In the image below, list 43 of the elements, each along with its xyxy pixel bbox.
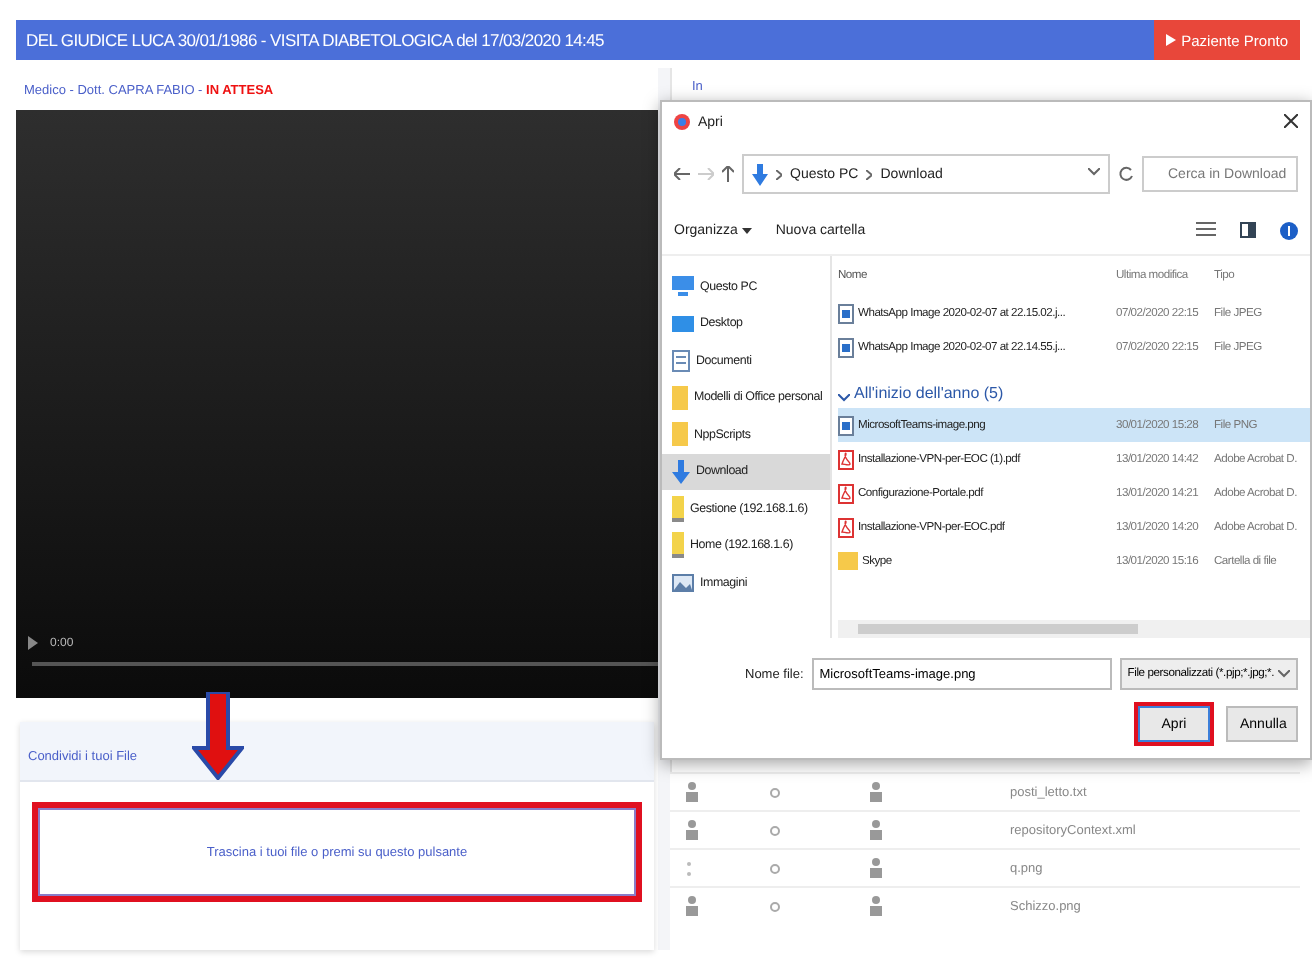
person-icon: [686, 896, 698, 916]
play-icon: [1165, 34, 1176, 46]
document-icon: [672, 349, 690, 372]
chevron-down-icon: [1088, 168, 1100, 176]
network-drive-icon: [672, 532, 684, 559]
desktop-icon: [672, 313, 694, 334]
chevron-right-icon: [776, 169, 782, 179]
chevron-down-icon: [838, 394, 850, 402]
image-file-icon: [838, 415, 854, 435]
person-icon: [686, 782, 698, 802]
network-drive-icon: [672, 495, 684, 522]
pdf-file-icon: [838, 483, 854, 503]
refresh-icon: [1118, 166, 1134, 182]
view-icon[interactable]: [770, 901, 780, 911]
chevron-right-icon: [866, 169, 873, 179]
images-icon: [672, 573, 694, 592]
chevron-down-icon: [1278, 670, 1290, 678]
folder-icon: [672, 422, 688, 447]
visit-title: DEL GIUDICE LUCA 30/01/1986 - VISITA DIABETOLOGICA del 17/03/2020 14:45: [24, 30, 604, 50]
computer-icon: [672, 276, 694, 297]
pdf-file-icon: [838, 517, 854, 537]
down-arrow-icon: [192, 692, 244, 780]
play-icon: [28, 636, 38, 650]
folder-icon: [838, 552, 858, 570]
view-icon[interactable]: [770, 825, 780, 835]
person-icon: [686, 820, 698, 840]
up-arrow-icon: [722, 166, 734, 182]
group-header[interactable]: All'inizio dell'anno (5): [854, 384, 1004, 402]
browser-icon: [674, 114, 690, 130]
horizontal-scrollbar[interactable]: [838, 620, 1310, 638]
help-icon: [1280, 221, 1298, 239]
close-button[interactable]: [1284, 112, 1298, 132]
pdf-file-icon: [838, 449, 854, 469]
preview-pane-icon: [1240, 222, 1256, 238]
folder-icon: [672, 385, 688, 410]
view-icon[interactable]: [770, 787, 780, 797]
view-options-icon: [1196, 222, 1216, 238]
dots-icon: [686, 859, 692, 877]
close-icon: [1284, 114, 1298, 128]
caret-icon: [741, 227, 752, 233]
view-icon[interactable]: [770, 863, 780, 873]
forward-arrow-icon: [698, 168, 714, 180]
back-arrow-icon: [674, 168, 690, 180]
